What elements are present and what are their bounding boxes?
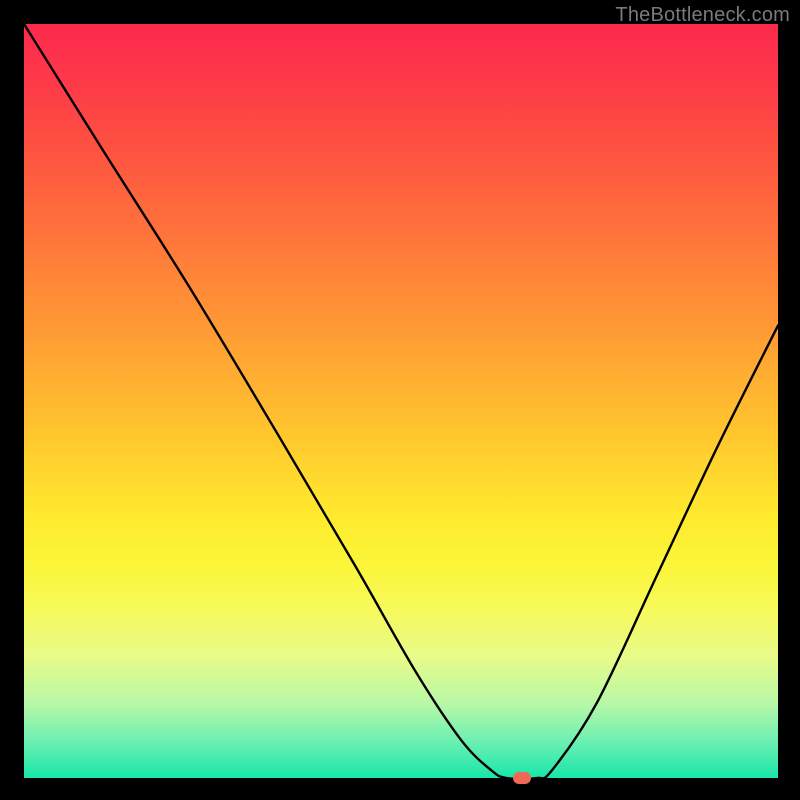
optimum-marker: [513, 772, 531, 784]
watermark-text: TheBottleneck.com: [615, 4, 790, 27]
chart-frame: TheBottleneck.com: [0, 0, 800, 800]
bottleneck-curve: [24, 24, 778, 778]
plot-area: [24, 24, 778, 778]
